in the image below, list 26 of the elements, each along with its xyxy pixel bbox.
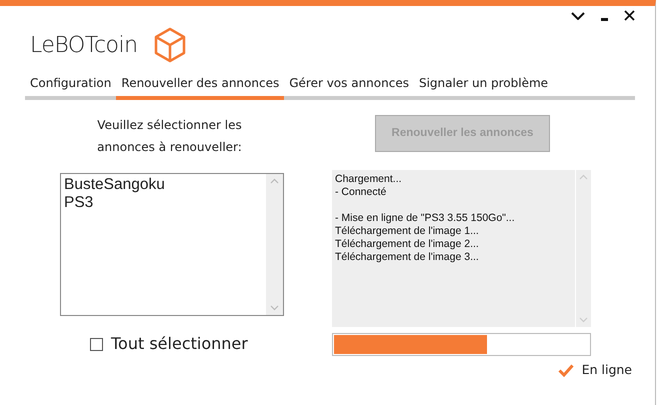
log-line: - Mise en ligne de "PS3 3.55 150Go"... — [335, 212, 515, 225]
tab[interactable]: Configuration — [25, 72, 116, 100]
app-title: LeBOTcoin — [30, 32, 138, 60]
log-line: Téléchargement de l'image 3... — [335, 251, 479, 264]
listing-item[interactable]: PS3 — [64, 194, 94, 212]
listings-listbox[interactable]: BusteSangoku PS3 — [60, 173, 284, 316]
tab[interactable]: Gérer vos annonces — [284, 72, 414, 100]
tab[interactable]: Renouveller des annonces — [116, 72, 284, 100]
instruction-text: Veuillez sélectionner les annonces à renouveller: — [96, 117, 243, 156]
scroll-up-icon[interactable] — [579, 174, 588, 180]
cube-logo-icon — [154, 27, 186, 63]
tab[interactable]: Signaler un problème — [414, 72, 554, 100]
dropdown-icon[interactable] — [571, 12, 585, 20]
log-line: Téléchargement de l'image 2... — [335, 238, 479, 251]
log-line: Téléchargement de l'image 1... — [335, 225, 479, 238]
minimize-icon[interactable] — [601, 18, 608, 21]
log-line: - Connecté — [335, 186, 386, 199]
scroll-down-icon[interactable] — [270, 305, 279, 311]
close-icon[interactable] — [624, 10, 635, 21]
log-line: Chargement... — [335, 173, 402, 186]
status-label: En ligne — [582, 361, 632, 379]
select-all-label: Tout sélectionner — [111, 333, 248, 355]
select-all-checkbox[interactable] — [90, 338, 103, 350]
scroll-down-icon[interactable] — [579, 317, 588, 323]
listing-item[interactable]: BusteSangoku — [64, 176, 165, 194]
scroll-up-icon[interactable] — [270, 178, 279, 184]
